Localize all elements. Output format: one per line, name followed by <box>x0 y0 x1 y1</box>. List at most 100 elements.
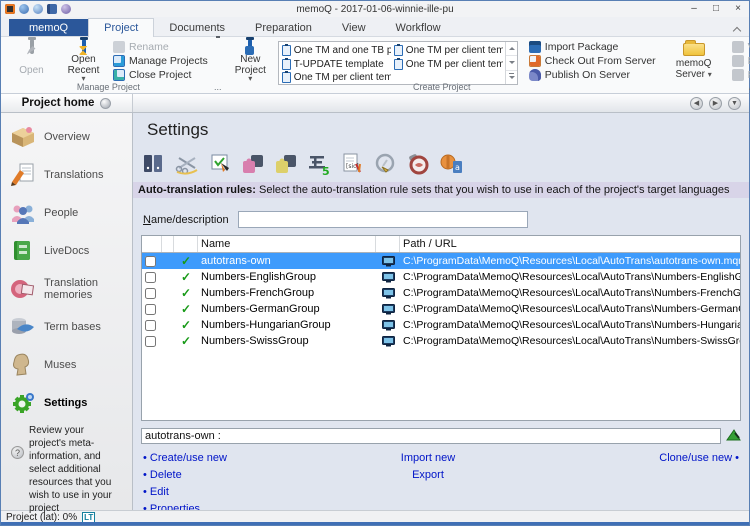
tm-settings-icon[interactable] <box>240 152 266 176</box>
non-translatables-icon[interactable]: [sic] <box>339 152 365 176</box>
sidebar-item-overview[interactable]: Overview <box>1 118 132 156</box>
template-item[interactable]: One TM per client template 2 <box>394 44 503 57</box>
close-project-button[interactable]: Close Project <box>111 69 210 81</box>
table-row[interactable]: ✓ Numbers-SwissGroup C:\ProgramData\Memo… <box>142 333 740 349</box>
manage-projects-icon <box>113 55 125 67</box>
nav-forward-button[interactable]: ▶ <box>709 97 722 110</box>
available-check-icon: ✓ <box>181 334 191 348</box>
row-name: Numbers-SwissGroup <box>198 333 376 349</box>
tab-documents[interactable]: Documents <box>154 19 240 36</box>
local-resource-icon <box>376 253 400 269</box>
auto-correct-icon[interactable] <box>372 152 398 176</box>
settings-gear-icon <box>9 389 37 417</box>
window-title: memoQ - 2017-01-06-winnie-ille-pu <box>1 4 749 15</box>
close-button[interactable]: × <box>727 1 749 17</box>
edit-description-icon[interactable] <box>726 428 741 444</box>
auto-translation-rules-icon[interactable]: 5 <box>306 152 332 176</box>
row-checkbox[interactable] <box>145 336 156 347</box>
resource-description-editor[interactable]: autotrans-own : <box>141 428 721 444</box>
import-new-link[interactable]: Import new <box>401 452 455 464</box>
help-question-icon[interactable]: ? <box>11 446 24 459</box>
properties-link[interactable]: Properties <box>143 503 353 510</box>
row-checkbox[interactable] <box>145 320 156 331</box>
sidebar-item-people[interactable]: People <box>1 194 132 232</box>
minimize-button[interactable]: – <box>683 1 705 17</box>
tab-workflow[interactable]: Workflow <box>381 19 456 36</box>
resource-console-icon[interactable] <box>47 4 57 14</box>
edit-link[interactable]: Edit <box>143 486 353 498</box>
row-path: C:\ProgramData\MemoQ\Resources\Local\Aut… <box>400 333 740 349</box>
new-project-button[interactable]: New Project ▾ <box>226 39 275 80</box>
template-item[interactable]: One TM per client template <box>394 58 503 71</box>
table-row[interactable]: ✓ Numbers-FrenchGroup C:\ProgramData\Mem… <box>142 285 740 301</box>
settings-description: ? Review your project's meta-information… <box>1 422 132 515</box>
create-use-new-link[interactable]: Create/use new <box>143 452 353 464</box>
row-checkbox[interactable] <box>145 304 156 315</box>
help-icon[interactable] <box>19 4 29 14</box>
maximize-button[interactable]: □ <box>705 1 727 17</box>
import-package-button[interactable]: Import Package <box>527 41 658 53</box>
row-checkbox[interactable] <box>145 256 156 267</box>
translations-icon <box>9 161 37 189</box>
template-item[interactable]: T-UPDATE template <box>282 58 391 71</box>
segmentation-rules-icon[interactable] <box>174 152 200 176</box>
ribbon-tabstrip: memoQ Project Documents Preparation View… <box>1 17 749 37</box>
sidebar-item-livedocs[interactable]: LiveDocs <box>1 232 132 270</box>
close-project-icon <box>113 69 125 81</box>
clone-use-new-link[interactable]: Clone/use new <box>659 452 739 464</box>
tab-memoq[interactable]: memoQ <box>9 19 88 36</box>
memoq-logo-icon[interactable] <box>5 4 15 14</box>
livedocs-settings-icon[interactable] <box>273 152 299 176</box>
delete-link[interactable]: Delete <box>143 469 353 481</box>
export-link[interactable]: Export <box>412 469 444 481</box>
group-archive-backup: View Recycle Bin Back Up Restore Archive… <box>726 38 750 93</box>
sidebar-item-translations[interactable]: Translations <box>1 156 132 194</box>
settings-pane: Settings 5 [sic] a Auto-translation rule… <box>133 113 749 510</box>
gallery-scrollbar <box>505 42 517 84</box>
general-settings-icon[interactable] <box>141 152 167 176</box>
nav-menu-button[interactable]: ▼ <box>728 97 741 110</box>
project-home-tab[interactable]: Project home <box>1 94 133 112</box>
table-row[interactable]: ✓ Numbers-EnglishGroup C:\ProgramData\Me… <box>142 269 740 285</box>
sidebar-item-translation-memories[interactable]: Translation memories <box>1 270 132 308</box>
font-substitution-icon[interactable]: a <box>438 152 464 176</box>
header-name[interactable]: Name <box>198 236 376 252</box>
table-row[interactable]: ✓ Numbers-GermanGroup C:\ProgramData\Mem… <box>142 301 740 317</box>
gallery-scroll-down-icon[interactable] <box>506 56 517 70</box>
row-checkbox[interactable] <box>145 272 156 283</box>
lqa-models-icon[interactable] <box>405 152 431 176</box>
memoq-window: { "colors": { "accent":"#2b579a", "selec… <box>0 0 750 526</box>
sidebar-item-term-bases[interactable]: Term bases <box>1 308 132 346</box>
name-description-filter-input[interactable] <box>238 211 528 228</box>
table-row[interactable]: ✓ autotrans-own C:\ProgramData\MemoQ\Res… <box>142 253 740 269</box>
qa-settings-icon[interactable] <box>207 152 233 176</box>
row-path: C:\ProgramData\MemoQ\Resources\Local\Aut… <box>400 301 740 317</box>
group-label: Archive/Backup <box>726 82 750 92</box>
header-path[interactable]: Path / URL <box>400 236 740 252</box>
options-icon[interactable] <box>61 4 71 14</box>
tab-preparation[interactable]: Preparation <box>240 19 327 36</box>
sidebar-item-settings[interactable]: Settings <box>1 384 132 422</box>
memoq-server-button[interactable]: memoQ Server ▾ <box>666 39 722 80</box>
template-item[interactable]: One TM and one TB per ... <box>282 44 391 57</box>
table-row[interactable]: ✓ Numbers-HungarianGroup C:\ProgramData\… <box>142 317 740 333</box>
band-text: Select the auto-translation rule sets th… <box>259 184 730 196</box>
check-out-from-server-button[interactable]: Check Out From Server <box>527 55 658 67</box>
gallery-scroll-up-icon[interactable] <box>506 42 517 56</box>
tab-view[interactable]: View <box>327 19 381 36</box>
sync-icon[interactable] <box>33 4 43 14</box>
row-checkbox[interactable] <box>145 288 156 299</box>
tab-project[interactable]: Project <box>88 18 154 37</box>
sidebar-item-muses[interactable]: Muses <box>1 346 132 384</box>
row-path: C:\ProgramData\MemoQ\Resources\Local\Aut… <box>400 317 740 333</box>
manage-projects-button[interactable]: Manage Projects <box>111 55 210 67</box>
header-status-col <box>174 236 198 252</box>
open-project-icon <box>22 41 42 63</box>
open-recent-button[interactable]: Open Recent ▾ <box>59 39 108 80</box>
publish-on-server-button[interactable]: Publish On Server <box>527 69 658 81</box>
template-icon <box>394 45 403 56</box>
header-spacer-col <box>162 236 174 252</box>
nav-back-button[interactable]: ◀ <box>690 97 703 110</box>
collapse-ribbon-icon[interactable] <box>733 25 741 33</box>
new-project-icon <box>240 41 260 52</box>
